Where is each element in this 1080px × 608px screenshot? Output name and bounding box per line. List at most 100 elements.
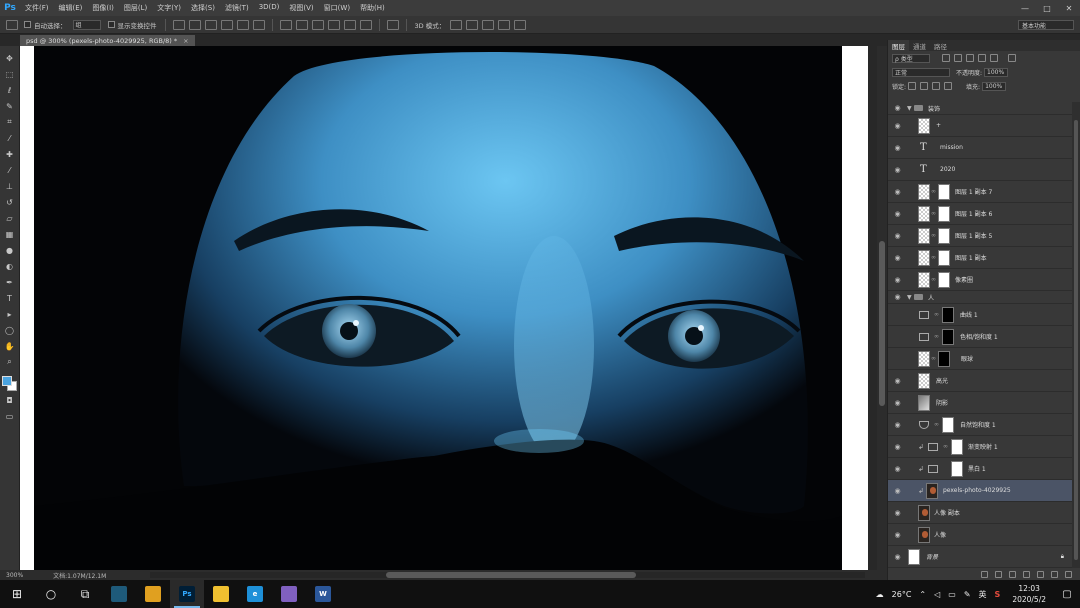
layer-filter-dropdown[interactable]: ρ 类型 xyxy=(892,53,930,63)
layer-row[interactable]: ◉ Tmission xyxy=(888,137,1072,159)
layer-row[interactable]: ◉ + xyxy=(888,115,1072,137)
eye-icon[interactable] xyxy=(893,332,902,341)
eye-icon[interactable]: ◉ xyxy=(893,464,902,473)
close-button[interactable]: ✕ xyxy=(1058,0,1080,16)
canvas-area[interactable] xyxy=(20,46,868,570)
blend-mode-dropdown[interactable]: 正常 xyxy=(892,67,950,77)
auto-select-checkbox[interactable] xyxy=(24,21,31,28)
align-right-icon[interactable] xyxy=(252,19,265,30)
eye-icon[interactable]: ◉ xyxy=(893,398,902,407)
tab-layers[interactable]: 图层 xyxy=(888,40,909,51)
eye-icon[interactable]: ◉ xyxy=(893,552,902,561)
mask-link-icon[interactable]: ∞ xyxy=(931,355,936,362)
eye-icon[interactable]: ◉ xyxy=(893,165,902,174)
auto-align-icon[interactable] xyxy=(386,19,399,30)
layer-row[interactable]: ∞ 眼球 xyxy=(888,348,1072,370)
vertical-scroll-thumb[interactable] xyxy=(879,241,885,406)
maximize-button[interactable]: □ xyxy=(1036,0,1058,16)
layer-group-row[interactable]: ◉ ▼ 装饰 xyxy=(888,102,1072,115)
layer-row[interactable]: ◉ T 2020 xyxy=(888,159,1072,181)
weather-temperature[interactable]: 26°C xyxy=(888,590,916,599)
mask-link-icon[interactable]: ∞ xyxy=(934,311,939,318)
layer-row[interactable]: ◉ 阴影 xyxy=(888,392,1072,414)
layer-row[interactable]: ◉ 人像 副本 xyxy=(888,502,1072,524)
brush-tool-icon[interactable]: ⁄ xyxy=(3,163,17,177)
mask-link-icon[interactable]: ∞ xyxy=(931,276,936,283)
layer-row[interactable]: ◉ ∞ 图层 1 副本 7 xyxy=(888,181,1072,203)
eye-icon[interactable]: ◉ xyxy=(893,508,902,517)
opacity-field[interactable]: 100% xyxy=(984,67,1009,77)
distribute-vcenter-icon[interactable] xyxy=(295,19,308,30)
distribute-right-icon[interactable] xyxy=(359,19,372,30)
close-tab-icon[interactable]: × xyxy=(183,37,188,45)
task-view-icon[interactable]: ⧉ xyxy=(68,580,102,608)
eye-icon[interactable]: ◉ xyxy=(893,231,902,240)
eye-icon[interactable]: ◉ xyxy=(893,104,902,113)
distribute-hcenter-icon[interactable] xyxy=(343,19,356,30)
layer-row[interactable]: ◉ 🔒︎ 背景 xyxy=(888,546,1072,568)
mask-link-icon[interactable]: ∞ xyxy=(931,232,936,239)
mask-link-icon[interactable]: ∞ xyxy=(934,421,939,428)
clock[interactable]: 12:03 2020/5/2 xyxy=(1004,583,1054,605)
eye-icon[interactable]: ◉ xyxy=(893,486,902,495)
eyedropper-tool-icon[interactable]: ⁄ xyxy=(3,131,17,145)
menu-item-5[interactable]: 选择(S) xyxy=(186,3,220,13)
start-button[interactable]: ⊞ xyxy=(0,580,34,608)
layer-group-row[interactable]: ◉ ▼ 人 xyxy=(888,291,1072,304)
mask-link-icon[interactable]: ∞ xyxy=(931,188,936,195)
layer-row[interactable]: ◉ ↲ 黑白 1 xyxy=(888,458,1072,480)
hand-tool-icon[interactable]: ✋ xyxy=(3,339,17,353)
filter-pixel-icon[interactable] xyxy=(942,54,950,62)
type-tool-icon[interactable]: T xyxy=(3,291,17,305)
workspace-dropdown[interactable]: 基本功能 xyxy=(1018,20,1074,30)
menu-item-2[interactable]: 图像(I) xyxy=(87,3,119,13)
pen-icon[interactable]: ✎ xyxy=(960,590,975,599)
lasso-tool-icon[interactable]: ℓ xyxy=(3,83,17,97)
eye-icon[interactable]: ◉ xyxy=(893,530,902,539)
distribute-left-icon[interactable] xyxy=(327,19,340,30)
eraser-tool-icon[interactable]: ▱ xyxy=(3,211,17,225)
mask-link-icon[interactable]: ∞ xyxy=(931,210,936,217)
layer-row[interactable]: ◉ ∞ 像素圈 xyxy=(888,269,1072,291)
eye-icon[interactable]: ◉ xyxy=(893,187,902,196)
align-left-icon[interactable] xyxy=(220,19,233,30)
taskbar-app-screen-tool[interactable] xyxy=(102,580,136,608)
healing-brush-tool-icon[interactable]: ✚ xyxy=(3,147,17,161)
filter-smart-object-icon[interactable] xyxy=(990,54,998,62)
auto-select-dropdown[interactable]: 组 xyxy=(72,19,101,30)
path-select-tool-icon[interactable]: ▸ xyxy=(3,307,17,321)
notification-icon[interactable]: ▢ xyxy=(1054,589,1080,600)
menu-item-9[interactable]: 窗口(W) xyxy=(319,3,355,13)
filter-shape-icon[interactable] xyxy=(978,54,986,62)
eye-icon[interactable]: ◉ xyxy=(893,121,902,130)
eye-icon[interactable]: ◉ xyxy=(893,293,902,302)
horizontal-scroll-thumb[interactable] xyxy=(386,572,636,578)
search-icon[interactable]: ○ xyxy=(34,580,68,608)
mask-link-icon[interactable]: ∞ xyxy=(931,254,936,261)
layers-scrollbar[interactable] xyxy=(1072,102,1080,568)
lock-pixels-icon[interactable] xyxy=(920,82,929,90)
tab-paths[interactable]: 路径 xyxy=(930,41,951,51)
layer-row[interactable]: ◉ ↲ ∞ 渐变映射 1 xyxy=(888,436,1072,458)
align-bottom-icon[interactable] xyxy=(204,19,217,30)
menu-item-6[interactable]: 滤镜(T) xyxy=(220,3,254,13)
chevron-down-icon[interactable]: ▼ xyxy=(907,294,912,301)
filter-toggle-icon[interactable] xyxy=(1008,54,1016,62)
gradient-tool-icon[interactable]: ▦ xyxy=(3,227,17,241)
zoom-level[interactable]: 300% xyxy=(0,572,29,579)
filter-adjustment-icon[interactable] xyxy=(954,54,962,62)
distribute-top-icon[interactable] xyxy=(279,19,292,30)
layer-row[interactable]: ◉ ∞ 自然饱和度 1 xyxy=(888,414,1072,436)
minimize-button[interactable]: — xyxy=(1014,0,1036,16)
volume-icon[interactable]: ◁ xyxy=(930,590,944,599)
filter-type-icon[interactable] xyxy=(966,54,974,62)
history-brush-tool-icon[interactable]: ↺ xyxy=(3,195,17,209)
chevron-down-icon[interactable]: ▼ xyxy=(907,105,912,112)
lock-all-icon[interactable] xyxy=(944,82,953,90)
vertical-scrollbar[interactable] xyxy=(877,46,887,570)
taskbar-app-edge[interactable]: e xyxy=(238,580,272,608)
new-layer-icon[interactable] xyxy=(1051,570,1058,578)
horizontal-scrollbar[interactable] xyxy=(150,572,865,578)
3d-drag-icon[interactable] xyxy=(482,19,495,30)
layer-row[interactable]: ∞ 色相/饱和度 1 xyxy=(888,326,1072,348)
